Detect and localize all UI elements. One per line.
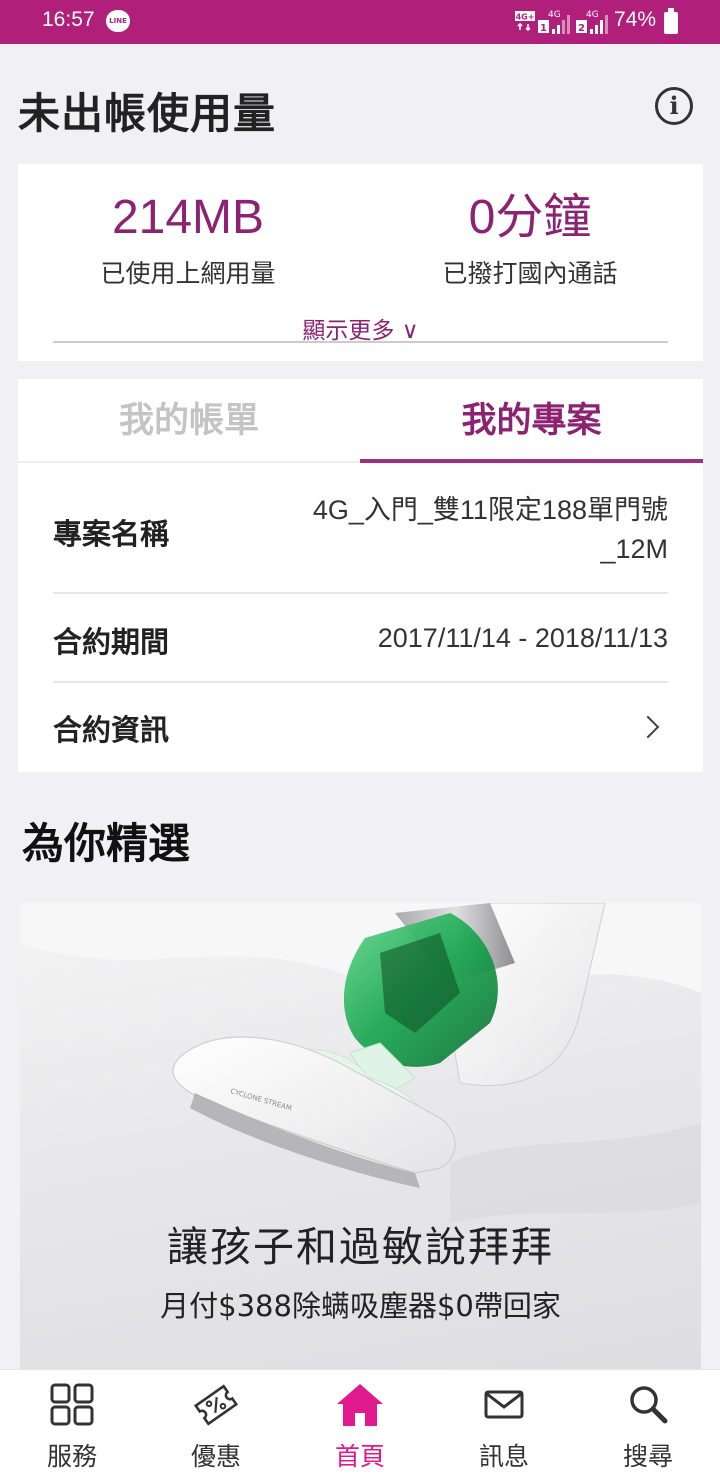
page-header: 未出帳使用量 i <box>0 44 720 164</box>
tab-my-bill[interactable]: 我的帳單 <box>18 379 360 463</box>
nav-label-services: 服務 <box>46 1442 97 1471</box>
search-icon <box>630 1386 668 1424</box>
banner-headline: 讓孩子和過敏說拜拜 <box>167 1223 554 1271</box>
voice-usage-block: 0分鐘 已撥打國內通話 <box>360 190 700 290</box>
page-title: 未出帳使用量 <box>18 89 277 138</box>
battery-percent: 74% <box>614 8 657 31</box>
bottom-navigation: 服務 優惠 首頁 訊息 搜尋 <box>0 1369 720 1476</box>
contract-period-label: 合約期間 <box>53 625 170 659</box>
nav-item-offers[interactable]: 優惠 <box>144 1370 288 1476</box>
show-more-button[interactable]: 顯示更多 ∨ <box>18 311 703 345</box>
nav-item-home[interactable]: 首頁 <box>288 1370 432 1476</box>
plan-name-value: 4G_入門_雙11限定188單門號 _12M <box>313 491 668 569</box>
grid-icon <box>50 1383 94 1426</box>
sim-1-label: 1 <box>540 23 547 34</box>
status-bar: 16:57 LINE 4G+ 4G 1 4G 2 74% <box>0 0 720 44</box>
contract-info-label: 合約資訊 <box>53 713 170 747</box>
nav-label-offers: 優惠 <box>190 1442 241 1471</box>
network-2-label: 4G <box>548 10 561 20</box>
plan-name-label: 專案名稱 <box>53 517 170 551</box>
network-3-label: 4G <box>586 10 599 20</box>
line-app-icon: LINE <box>106 10 130 32</box>
nav-label-home: 首頁 <box>334 1442 385 1471</box>
plan-name-value-line1: 4G_入門_雙11限定188單門號 <box>312 495 668 525</box>
contract-period-row: 合約期間 2017/11/14 - 2018/11/13 <box>53 619 668 659</box>
nav-item-services[interactable]: 服務 <box>0 1370 144 1476</box>
info-icon[interactable]: i <box>655 87 693 125</box>
contract-info-row[interactable]: 合約資訊 <box>53 707 668 749</box>
nav-label-search: 搜尋 <box>622 1442 673 1471</box>
mail-icon <box>484 1390 524 1419</box>
featured-section-title: 為你精選 <box>22 819 191 868</box>
nav-item-messages[interactable]: 訊息 <box>432 1370 576 1476</box>
voice-usage-value: 0分鐘 <box>468 191 592 244</box>
data-usage-label: 已使用上網用量 <box>100 259 276 288</box>
row-divider <box>53 681 668 683</box>
banner-subtitle: 月付$388除螨吸塵器$0帶回家 <box>160 1289 561 1323</box>
data-usage-block: 214MB 已使用上網用量 <box>18 190 358 290</box>
tab-my-plan[interactable]: 我的專案 <box>360 379 703 463</box>
sim-2-label: 2 <box>578 23 585 34</box>
plan-name-row: 專案名稱 4G_入門_雙11限定188單門號 _12M <box>53 491 668 571</box>
voice-usage-label: 已撥打國內通話 <box>442 259 618 288</box>
plan-name-value-line2: _12M <box>600 534 668 564</box>
chevron-right-icon <box>636 715 660 739</box>
contract-period-value: 2017/11/14 - 2018/11/13 <box>377 623 668 653</box>
home-icon <box>337 1384 383 1426</box>
usage-divider <box>53 341 668 343</box>
nav-item-search[interactable]: 搜尋 <box>576 1370 720 1476</box>
plan-card: 我的帳單 我的專案 專案名稱 4G_入門_雙11限定188單門號 _12M 合約… <box>18 379 703 772</box>
nav-label-messages: 訊息 <box>478 1442 529 1471</box>
promo-banner[interactable]: CYCLONE STREAM 讓孩子和過敏說拜拜 月付$388除螨吸塵器$0帶回… <box>20 903 701 1371</box>
network-1-label: 4G+ <box>516 13 535 22</box>
battery-icon <box>664 8 678 34</box>
network-4g-plus-icon: 4G+ <box>515 11 535 32</box>
signal-sim1-icon: 4G 1 <box>538 10 570 34</box>
coupon-tag-icon <box>193 1384 239 1426</box>
data-usage-value: 214MB <box>111 191 265 244</box>
row-divider <box>53 592 668 594</box>
status-time: 16:57 <box>42 8 95 31</box>
signal-sim2-icon: 4G 2 <box>576 10 608 34</box>
usage-summary-card: 214MB 已使用上網用量 0分鐘 已撥打國內通話 顯示更多 ∨ <box>18 164 703 361</box>
